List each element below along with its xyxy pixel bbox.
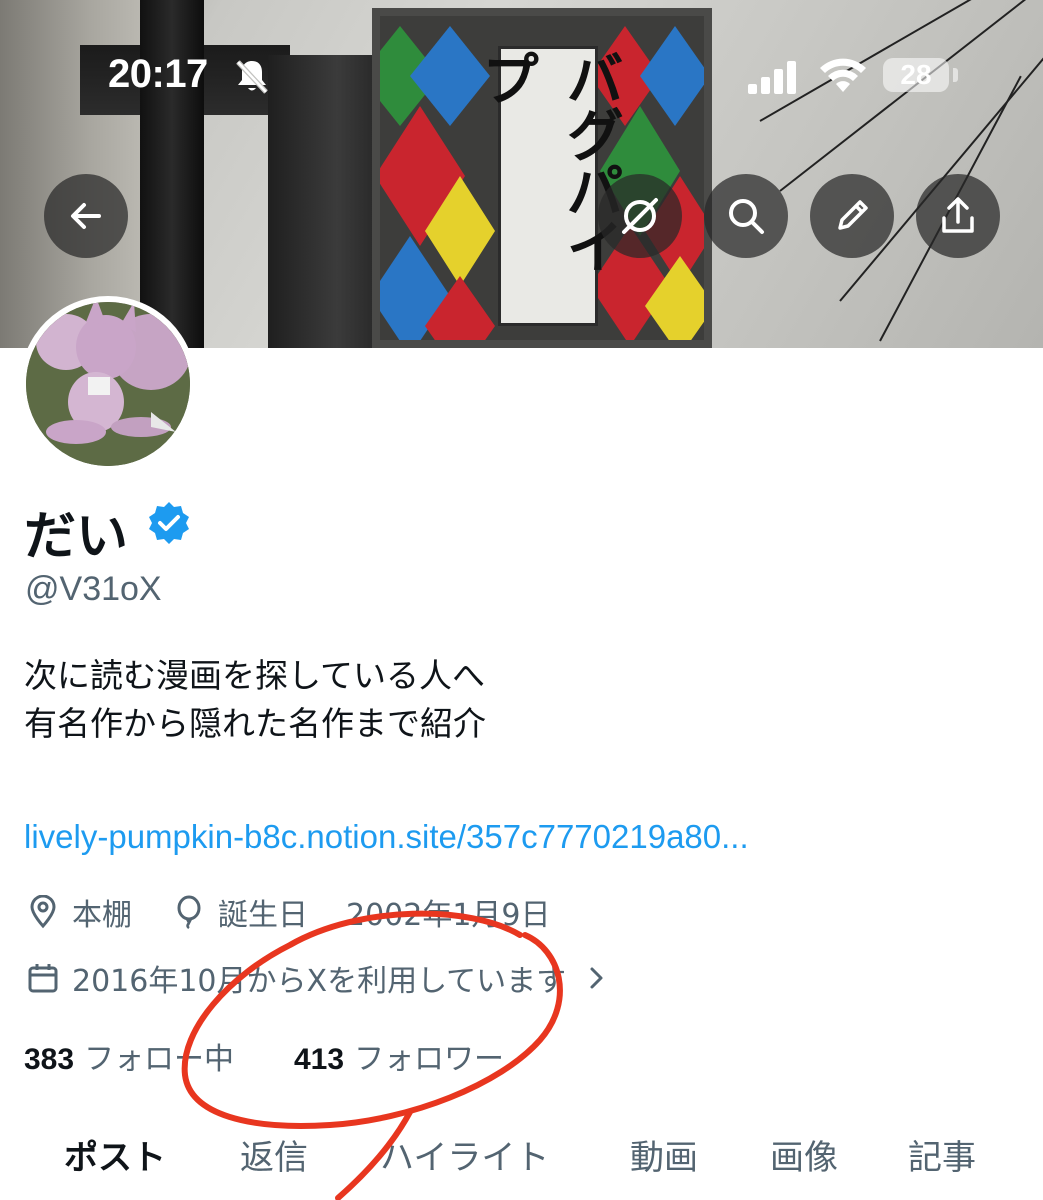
- following-count: 383: [24, 1043, 75, 1076]
- birthday-text: 2002年1月9日: [346, 898, 551, 933]
- signal-icon: [748, 61, 796, 94]
- tab-articles[interactable]: 記事: [908, 1130, 976, 1179]
- bio-line: 有名作から隠れた名作まで紹介: [24, 704, 486, 743]
- tab-images[interactable]: 画像: [770, 1130, 838, 1179]
- joined-row[interactable]: 2016年10月からXを利用しています: [24, 956, 626, 1000]
- verified-badge-icon[interactable]: [146, 500, 192, 546]
- grok-button[interactable]: [598, 174, 682, 258]
- back-arrow-icon: [71, 203, 101, 229]
- status-time: 20:17: [108, 52, 208, 96]
- location-text: 本棚: [72, 898, 132, 933]
- location-pin-icon: [24, 893, 62, 931]
- tab-videos[interactable]: 動画: [630, 1130, 698, 1179]
- back-button[interactable]: [44, 174, 128, 258]
- balloon-icon: [170, 893, 208, 931]
- followers-count: 413: [294, 1043, 345, 1076]
- battery-icon: 28: [883, 58, 949, 92]
- search-button[interactable]: [704, 174, 788, 258]
- calendar-icon: [24, 959, 62, 997]
- chevron-right-icon: [578, 959, 616, 997]
- sign-text: バグパイプ: [472, 46, 624, 326]
- followers-stat[interactable]: 413 フォロワー: [294, 1034, 504, 1078]
- display-name: だい: [24, 507, 129, 567]
- followers-label: フォロワー: [354, 1042, 505, 1077]
- search-icon: [729, 199, 764, 234]
- banner-dark-panel: [268, 55, 383, 348]
- following-stat[interactable]: 383 フォロー中: [24, 1034, 234, 1078]
- wifi-icon: [820, 58, 866, 92]
- edit-icon: [838, 200, 868, 230]
- share-icon: [942, 197, 974, 233]
- battery-tip: [953, 68, 958, 82]
- banner-sign: バグパイプ: [372, 8, 712, 348]
- edit-button[interactable]: [810, 174, 894, 258]
- handle: @V31oX: [25, 570, 162, 608]
- bio-line: 次に読む漫画を探している人へ: [24, 656, 486, 695]
- tab-posts[interactable]: ポスト: [64, 1130, 166, 1179]
- birthday-label: 誕生日: [218, 898, 308, 933]
- avatar[interactable]: [20, 296, 196, 472]
- joined-text: 2016年10月からXを利用しています: [72, 964, 567, 999]
- meta-row-location-birthday: 本棚 誕生日 2002年1月9日: [24, 890, 551, 934]
- tab-replies[interactable]: 返信: [240, 1130, 308, 1179]
- tab-highlights[interactable]: ハイライト: [380, 1130, 549, 1179]
- avatar-image: [26, 302, 190, 466]
- share-button[interactable]: [916, 174, 1000, 258]
- bell-muted-icon: [236, 60, 268, 94]
- grok-icon: [622, 198, 658, 234]
- bio: 次に読む漫画を探している人へ 有名作から隠れた名作まで紹介: [24, 652, 486, 748]
- avatar-plush-illustration: [26, 302, 190, 466]
- profile-link[interactable]: lively-pumpkin-b8c.notion.site/357c77702…: [24, 818, 749, 856]
- following-label: フォロー中: [84, 1042, 235, 1077]
